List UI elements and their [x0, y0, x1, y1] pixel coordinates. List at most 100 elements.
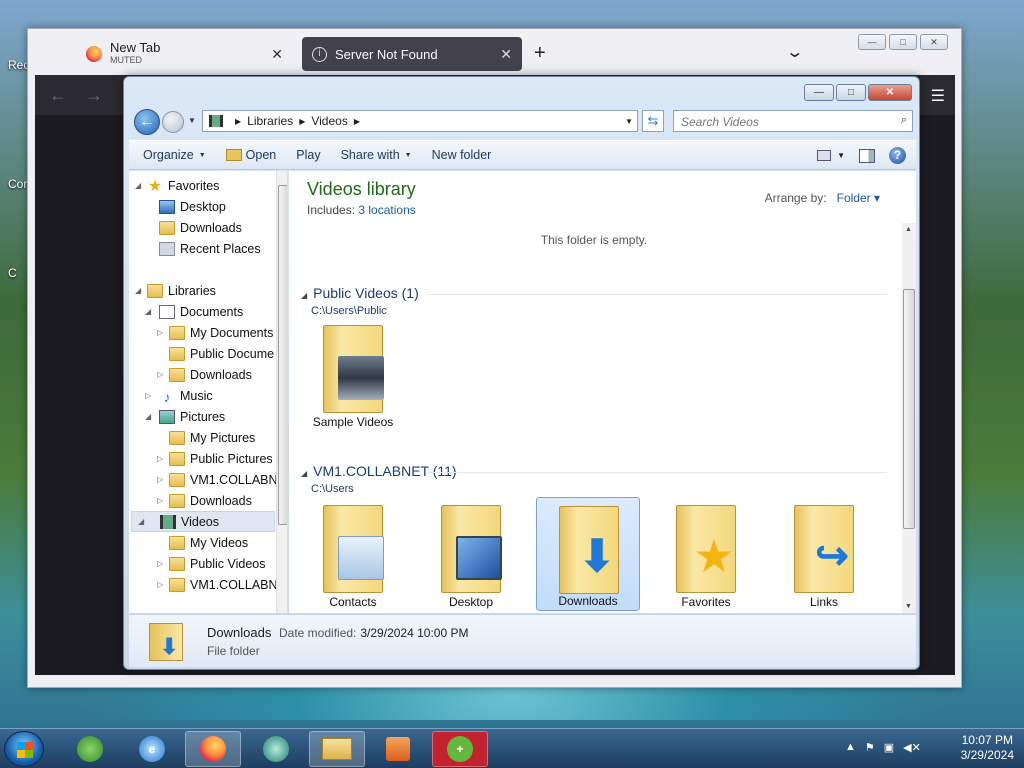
close-button[interactable]: ✕ [920, 34, 948, 50]
nav-public-videos[interactable]: ▷ Public Videos [157, 553, 266, 574]
arrange-by-dropdown[interactable]: Folder ▾ [837, 191, 880, 205]
folder-item-favorites[interactable]: ★ Favorites [654, 497, 758, 611]
minimize-button[interactable]: — [804, 84, 834, 101]
nav-my-videos[interactable]: My Videos [157, 532, 248, 553]
taskbar-item-internet-explorer[interactable]: e [124, 731, 180, 767]
nav-pictures-downloads[interactable]: ▷ Downloads [157, 490, 252, 511]
collapse-icon[interactable]: ◢ [135, 286, 141, 295]
content-scrollbar[interactable]: ▲ ▼ [902, 223, 916, 613]
search-icon[interactable]: ⌕ [901, 114, 907, 127]
refresh-button[interactable]: ⇆ [642, 110, 664, 132]
scroll-up-icon[interactable]: ▲ [905, 226, 912, 233]
clock[interactable]: 10:07 PM 3/29/2024 [961, 733, 1014, 763]
scrollbar-thumb[interactable] [278, 185, 287, 525]
folder-item-downloads[interactable]: ⬇ Downloads [536, 497, 640, 611]
show-hidden-icons-icon[interactable]: ▲ [845, 741, 856, 754]
close-tab-icon[interactable]: ✕ [271, 46, 283, 63]
open-button[interactable]: Open [225, 148, 276, 162]
expand-icon[interactable]: ▷ [145, 391, 151, 400]
network-icon[interactable]: ▣ [884, 741, 894, 754]
nav-recent-places[interactable]: Recent Places [159, 238, 261, 259]
scrollbar-thumb[interactable] [903, 289, 915, 529]
forward-button[interactable] [162, 111, 184, 133]
nav-libraries[interactable]: ◢ Libraries [135, 280, 216, 301]
folder-item-links[interactable]: ↪ Links [772, 497, 876, 611]
group-header-vm1[interactable]: ◢ VM1.COLLABNET (11) [301, 463, 886, 479]
tab-new-tab[interactable]: New Tab MUTED ✕ [78, 37, 293, 71]
taskbar-item-explorer[interactable] [309, 731, 365, 767]
expand-icon[interactable]: ▷ [157, 328, 163, 337]
group-header-public-videos[interactable]: ◢ Public Videos (1) [301, 285, 886, 301]
folder-item-sample-videos[interactable]: Sample Videos [301, 317, 405, 431]
folder-item-desktop[interactable]: Desktop [419, 497, 523, 611]
back-button[interactable]: ← [49, 85, 67, 106]
close-button[interactable]: ✕ [868, 84, 912, 101]
nav-pictures[interactable]: ◢ Pictures [145, 406, 225, 427]
nav-public-documents[interactable]: Public Docume [157, 343, 274, 364]
expand-icon[interactable]: ▷ [157, 370, 163, 379]
nav-vm1-pictures[interactable]: ▷ VM1.COLLABN [157, 469, 278, 490]
list-all-tabs-button[interactable]: ⌄ [785, 42, 804, 62]
expand-icon[interactable]: ▷ [157, 580, 163, 589]
change-view-icon[interactable] [817, 150, 832, 161]
nav-my-pictures[interactable]: My Pictures [157, 427, 255, 448]
desktop-icon-label[interactable]: Cor [8, 177, 27, 191]
breadcrumb-separator-icon[interactable]: ▶ [354, 117, 360, 126]
nav-music[interactable]: ▷ ♪ Music [145, 385, 213, 406]
new-folder-button[interactable]: New folder [432, 148, 492, 162]
nav-downloads[interactable]: Downloads [159, 217, 242, 238]
address-dropdown-icon[interactable]: ▼ [625, 117, 633, 126]
action-center-flag-icon[interactable]: ⚑ [865, 741, 875, 754]
volume-muted-icon[interactable]: ◀✕ [903, 741, 921, 754]
taskbar-item-media-player[interactable] [370, 731, 426, 767]
folder-item-contacts[interactable]: Contacts [301, 497, 405, 611]
nav-documents[interactable]: ◢ Documents [145, 301, 243, 322]
nav-public-pictures[interactable]: ▷ Public Pictures [157, 448, 273, 469]
breadcrumb-libraries[interactable]: Libraries [247, 114, 293, 128]
breadcrumb-videos[interactable]: Videos [311, 114, 347, 128]
menu-button[interactable]: ☰ [931, 86, 945, 106]
expand-icon[interactable]: ▷ [157, 475, 163, 484]
breadcrumb-separator-icon[interactable]: ▶ [299, 117, 305, 126]
view-dropdown-icon[interactable]: ▼ [837, 151, 845, 160]
nav-desktop[interactable]: Desktop [159, 196, 226, 217]
search-input[interactable]: Search Videos ⌕ [673, 110, 913, 132]
nav-videos[interactable]: ◢ Videos [131, 511, 275, 532]
maximize-button[interactable]: □ [836, 84, 866, 101]
nav-favorites[interactable]: ◢ ★ Favorites [135, 175, 219, 196]
play-button[interactable]: Play [296, 148, 320, 162]
start-button[interactable] [4, 731, 44, 767]
taskbar-item-app[interactable] [248, 731, 304, 767]
expand-icon[interactable]: ▷ [157, 559, 163, 568]
minimize-button[interactable]: — [858, 34, 886, 50]
nav-scrollbar[interactable] [276, 171, 287, 613]
preview-pane-icon[interactable] [859, 148, 875, 163]
collapse-icon[interactable]: ◢ [145, 412, 151, 421]
collapse-icon[interactable]: ◢ [135, 181, 141, 190]
maximize-button[interactable]: □ [889, 34, 917, 50]
nav-my-documents[interactable]: ▷ My Documents [157, 322, 273, 343]
share-with-button[interactable]: Share with ▼ [341, 148, 412, 162]
scroll-down-icon[interactable]: ▼ [905, 603, 912, 610]
taskbar-item-cloud-app[interactable]: + [432, 731, 488, 767]
collapse-icon[interactable]: ◢ [145, 307, 151, 316]
expand-icon[interactable]: ▷ [157, 454, 163, 463]
locations-link[interactable]: 3 locations [358, 203, 415, 217]
taskbar-item-media-center[interactable] [62, 731, 118, 767]
nav-vm1-videos[interactable]: ▷ VM1.COLLABN [157, 574, 278, 595]
help-icon[interactable]: ? [889, 147, 906, 164]
address-bar[interactable]: ▶ Libraries ▶ Videos ▶ ▼ [202, 110, 638, 132]
new-tab-button[interactable]: + [534, 42, 546, 65]
tab-muted-label[interactable]: MUTED [110, 54, 160, 67]
organize-button[interactable]: Organize ▼ [143, 148, 206, 162]
breadcrumb-separator-icon[interactable]: ▶ [235, 117, 241, 126]
forward-button[interactable]: → [85, 85, 103, 106]
close-tab-icon[interactable]: ✕ [500, 46, 512, 63]
nav-documents-downloads[interactable]: ▷ Downloads [157, 364, 252, 385]
tab-server-not-found[interactable]: i Server Not Found ✕ [302, 37, 522, 71]
collapse-group-icon[interactable]: ◢ [301, 469, 307, 478]
taskbar-item-firefox[interactable] [185, 731, 241, 767]
expand-icon[interactable]: ▷ [157, 496, 163, 505]
back-button[interactable]: ← [134, 109, 160, 135]
collapse-icon[interactable]: ◢ [138, 517, 144, 526]
